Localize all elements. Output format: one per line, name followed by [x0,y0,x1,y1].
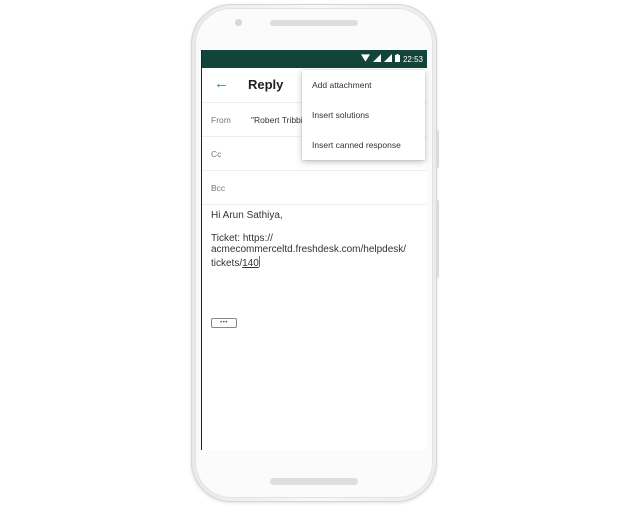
ticket-link[interactable]: Ticket: https:// acmecommerceltd.freshde… [211,233,423,270]
ticket-line-3-prefix: tickets/ [211,257,243,269]
battery-icon [394,54,400,64]
ticket-number: 140 [242,257,259,269]
greeting-text: Hi Arun Sathiya, [211,210,283,221]
from-value[interactable]: "Robert Tribbi [251,115,303,125]
reply-body-editor[interactable]: Hi Arun Sathiya, Ticket: https:// acmeco… [211,210,423,269]
volume-button [436,200,439,278]
page-title: Reply [248,77,284,92]
wifi-icon [360,54,370,64]
cc-label: Cc [211,149,222,159]
menu-item-insert-solutions[interactable]: Insert solutions [302,100,425,130]
signal-icon [383,54,392,64]
ticket-line-3: tickets/140 [211,255,423,270]
ticket-line-1: Ticket: https:// [211,232,273,244]
bcc-label: Bcc [211,183,226,193]
earpiece-speaker [270,20,358,26]
status-bar: 22:53 [202,50,427,68]
signal-icon [372,54,381,64]
show-quoted-text-button[interactable]: ••• [211,318,237,328]
ticket-line-2: acmecommerceltd.freshdesk.com/helpdesk/ [211,244,407,255]
from-label: From [211,115,231,125]
power-button [436,130,439,168]
bcc-field[interactable]: Bcc [202,171,427,205]
menu-item-insert-canned-response[interactable]: Insert canned response [302,130,425,160]
status-time: 22:53 [402,54,423,64]
camera-icon [235,19,242,26]
menu-item-add-attachment[interactable]: Add attachment [302,70,425,100]
arrow-left-icon[interactable]: ← [214,74,229,94]
bottom-speaker [270,478,358,485]
overflow-menu: Add attachment Insert solutions Insert c… [302,70,425,160]
text-caret [258,255,260,267]
